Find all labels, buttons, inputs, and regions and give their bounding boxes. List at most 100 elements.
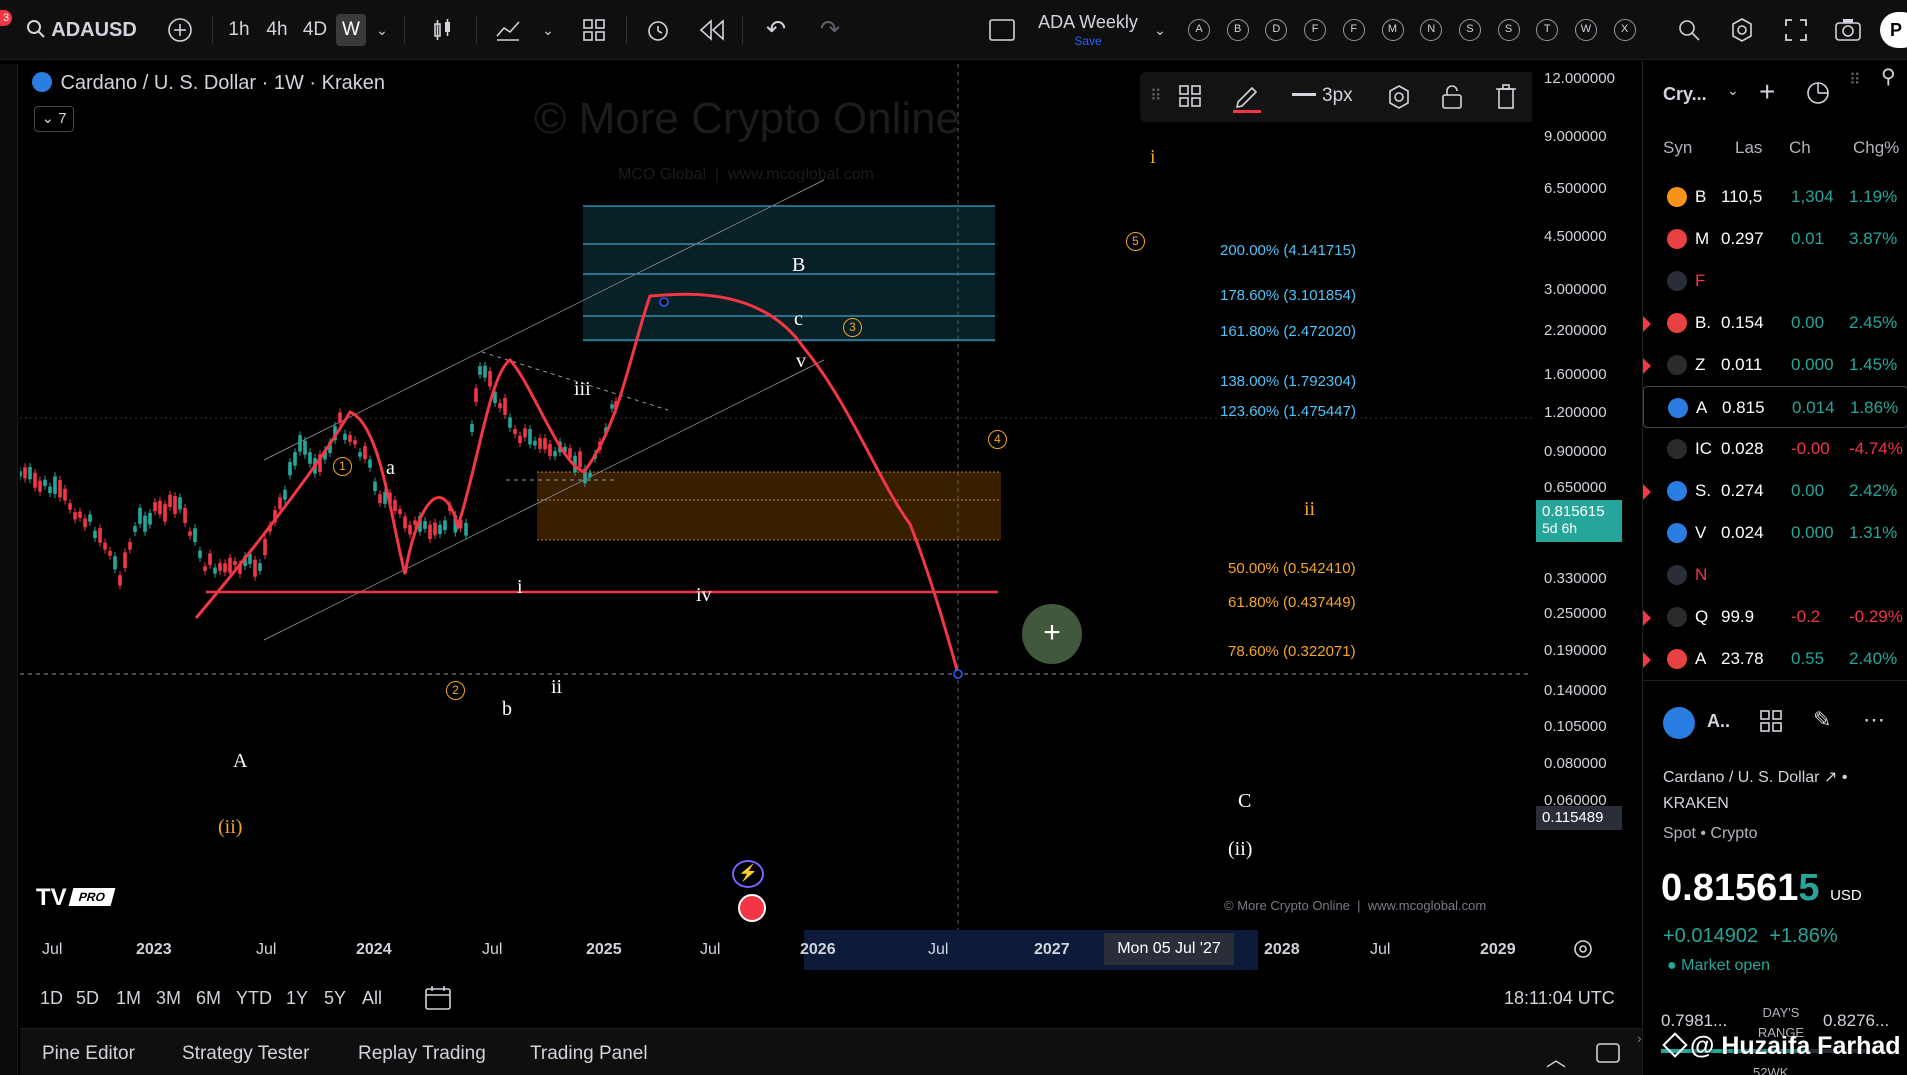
details-full-name[interactable]: Cardano / U. S. Dollar ↗ •	[1663, 767, 1847, 787]
settings-gear-icon[interactable]	[1726, 14, 1758, 46]
quick-letter-t-9[interactable]: T	[1536, 19, 1559, 41]
details-layout-grid-icon[interactable]	[1759, 709, 1783, 738]
publish-button[interactable]: P	[1880, 12, 1907, 48]
watchlist-row[interactable]: A 23.78 0.55 2.40%	[1643, 638, 1907, 680]
details-edit-icon[interactable]: ✎	[1813, 707, 1831, 733]
compare-add-icon[interactable]	[164, 14, 196, 46]
quick-letter-f-4[interactable]: F	[1342, 19, 1365, 41]
templates-icon[interactable]	[578, 14, 610, 46]
watchlist-title[interactable]: Cry...	[1663, 84, 1707, 105]
interval-1h[interactable]: 1h	[224, 14, 254, 46]
snapshot-camera-icon[interactable]	[1832, 14, 1864, 46]
quick-letter-s-8[interactable]: S	[1497, 19, 1520, 41]
interval-w-active[interactable]: W	[336, 14, 366, 46]
quick-letter-b-1[interactable]: B	[1226, 19, 1249, 41]
sidebar-user-icon[interactable]: ⚲	[1881, 64, 1896, 89]
drag-handle-icon[interactable]: ⠿	[1849, 70, 1861, 90]
drag-handle-icon[interactable]: ⠿	[1150, 86, 1162, 106]
collapse-panel-chevron-icon[interactable]: ︿	[1546, 1043, 1566, 1072]
symbol-search-button[interactable]: ADAUSD	[26, 14, 146, 46]
drawing-toolbar-collapsed[interactable]	[0, 64, 18, 1075]
quick-letter-f-3[interactable]: F	[1304, 19, 1327, 41]
interval-4d[interactable]: 4D	[300, 14, 330, 46]
range-button-6m[interactable]: 6M	[196, 988, 221, 1009]
quick-letter-s-7[interactable]: S	[1458, 19, 1481, 41]
tab-pine-editor[interactable]: Pine Editor	[42, 1043, 135, 1065]
range-button-5d[interactable]: 5D	[76, 988, 99, 1009]
time-axis-settings-icon[interactable]	[1572, 938, 1594, 965]
date-range-calendar-icon[interactable]	[424, 984, 452, 1017]
quick-letter-d-2[interactable]: D	[1265, 19, 1288, 41]
col-change-pct[interactable]: Chg%	[1853, 138, 1899, 158]
quick-letter-a-0[interactable]: A	[1188, 19, 1210, 41]
watchlist-row[interactable]: Z 0.011 0.000 1.45%	[1643, 344, 1907, 386]
col-last[interactable]: Las	[1735, 138, 1762, 158]
indicators-dropdown-icon[interactable]: ⌄	[538, 14, 558, 46]
layout-icon[interactable]	[988, 14, 1016, 46]
layout-dropdown-icon[interactable]: ⌄	[1150, 14, 1170, 46]
replay-icon[interactable]	[696, 14, 728, 46]
lock-icon[interactable]	[1440, 84, 1464, 115]
details-more-icon[interactable]: ⋯	[1863, 707, 1885, 733]
watchlist-row[interactable]: F	[1643, 260, 1907, 302]
indicators-toggle-button[interactable]: ⌄ 7	[34, 106, 74, 132]
quick-letter-x-11[interactable]: X	[1613, 19, 1636, 41]
crosshair-add-button[interactable]: +	[1022, 604, 1082, 664]
col-symbol[interactable]: Syn	[1663, 138, 1692, 158]
interval-4h[interactable]: 4h	[262, 14, 292, 46]
line-color-pencil-icon[interactable]	[1232, 82, 1262, 119]
tab-strategy-tester[interactable]: Strategy Tester	[182, 1043, 309, 1065]
price-axis[interactable]: 0.060000 0.080000 0.105000 0.140000 0.190000…	[1532, 64, 1642, 930]
time-axis[interactable]: 2029 Jul 2028 Jul 2027 Jul 2026 Jul 2025 Jul 2024 J…	[20, 930, 1592, 970]
red-flag-icon[interactable]	[1643, 484, 1651, 500]
price-chart-canvas[interactable]	[20, 64, 1532, 930]
quick-search-icon[interactable]	[1672, 14, 1704, 46]
indicators-icon[interactable]	[492, 14, 524, 46]
range-button-1d[interactable]: 1D	[40, 988, 63, 1009]
utc-clock[interactable]: 18:11:04 UTC	[1504, 988, 1615, 1009]
notification-badge[interactable]: 3	[0, 10, 12, 26]
col-change[interactable]: Ch	[1789, 138, 1811, 158]
watchlist-row[interactable]: S. 0.274 0.00 2.42%	[1643, 470, 1907, 512]
watchlist-row[interactable]: B. 0.154 0.00 2.45%	[1643, 302, 1907, 344]
lightning-event-icon[interactable]: ⚡	[732, 860, 764, 888]
undo-icon[interactable]: ↶	[760, 14, 792, 46]
watchlist-row[interactable]: N	[1643, 554, 1907, 596]
quick-letter-n-6[interactable]: N	[1420, 19, 1443, 41]
interval-dropdown-icon[interactable]: ⌄	[372, 14, 392, 46]
line-width-button[interactable]: 3px	[1292, 85, 1353, 107]
advanced-view-icon[interactable]	[1805, 80, 1831, 111]
templates-grid-icon[interactable]	[1178, 84, 1204, 115]
watchlist-row[interactable]: IC 0.028 -0.00 -4.74%	[1643, 428, 1907, 470]
watchlist-dropdown-icon[interactable]: ⌄	[1727, 82, 1739, 99]
red-flag-icon[interactable]	[1643, 610, 1651, 626]
range-button-1m[interactable]: 1M	[116, 988, 141, 1009]
layout-name-button[interactable]: ADA Weekly Save	[1034, 12, 1142, 50]
red-flag-icon[interactable]	[1643, 652, 1651, 668]
watchlist-row[interactable]: V 0.024 0.000 1.31%	[1643, 512, 1907, 554]
watchlist-row[interactable]: M 0.297 0.01 3.87%	[1643, 218, 1907, 260]
range-button-5y[interactable]: 5Y	[324, 988, 346, 1009]
tab-replay-trading[interactable]: Replay Trading	[358, 1043, 486, 1065]
quick-letter-w-10[interactable]: W	[1575, 19, 1597, 41]
watchlist-row[interactable]: B 110,5 1,304 1.19%	[1643, 176, 1907, 218]
us-flag-event-icon[interactable]	[738, 894, 766, 922]
sidebar-collapse-arrow-icon[interactable]: ›	[1637, 1030, 1642, 1046]
range-button-all[interactable]: All	[362, 988, 382, 1009]
drawing-settings-icon[interactable]	[1386, 84, 1412, 115]
candle-type-icon[interactable]	[426, 14, 458, 46]
watchlist-row[interactable]: Q 99.9 -0.2 -0.29%	[1643, 596, 1907, 638]
fullscreen-icon[interactable]	[1780, 14, 1812, 46]
alert-icon[interactable]	[642, 14, 674, 46]
range-button-ytd[interactable]: YTD	[236, 988, 272, 1009]
maximize-panel-icon[interactable]	[1596, 1043, 1620, 1068]
range-button-1y[interactable]: 1Y	[286, 988, 308, 1009]
chart-pane[interactable]: Cardano / U. S. Dollar · 1W · Kraken ⌄ 7…	[20, 64, 1532, 930]
range-button-3m[interactable]: 3M	[156, 988, 181, 1009]
watchlist-row[interactable]: A 0.815 0.014 1.86%	[1643, 386, 1907, 428]
tab-trading-panel[interactable]: Trading Panel	[530, 1043, 648, 1065]
quick-letter-m-5[interactable]: M	[1381, 19, 1404, 41]
redo-icon[interactable]: ↷	[814, 14, 846, 46]
delete-trash-icon[interactable]	[1494, 84, 1518, 115]
red-flag-icon[interactable]	[1643, 358, 1651, 374]
